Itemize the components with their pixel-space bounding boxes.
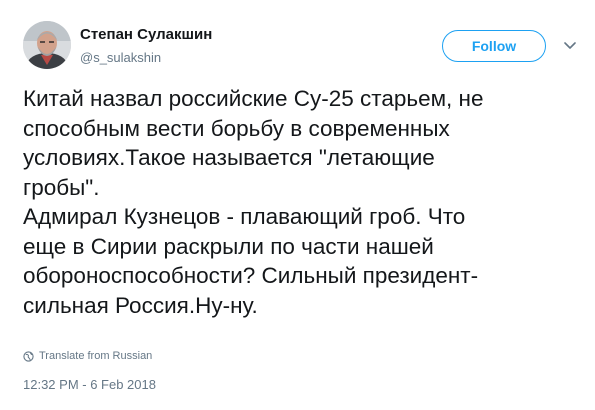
tweet-text-line: сильная Россия.Ну-ну. [23, 292, 258, 318]
author-name[interactable]: Степан Сулакшин [80, 26, 212, 43]
tweet-text-line: Адмирал Кузнецов - плавающий гроб. Что [23, 204, 466, 229]
chevron-down-icon[interactable] [562, 38, 578, 54]
tweet-text-line: еще в Сирии раскрыли по части нашей [23, 233, 434, 259]
tweet-text-line: обороноспособности? Сильный президент- [23, 263, 479, 288]
globe-icon [23, 350, 34, 362]
tweet-text-line: гробы". [23, 174, 100, 200]
tweet-text-line: способным вести борьбу в современных [23, 115, 450, 141]
tweet-card: Степан Сулакшин @s_sulakshin Follow Кита… [0, 0, 595, 410]
tweet-timestamp[interactable]: 12:32 PM - 6 Feb 2018 [23, 377, 156, 392]
user-portrait-icon [23, 21, 71, 69]
author-avatar[interactable] [23, 21, 71, 69]
author-handle[interactable]: @s_sulakshin [80, 50, 161, 65]
tweet-text-line: условиях.Такое называется "летающие [23, 145, 435, 170]
translate-link[interactable]: Translate from Russian [23, 350, 152, 362]
translate-label: Translate from Russian [39, 350, 153, 362]
tweet-text-line: Китай назвал российские Су-25 старьем, н… [23, 86, 484, 111]
follow-button[interactable]: Follow [442, 30, 546, 62]
tweet-text: Китай назвал российские Су-25 старьем, н… [23, 84, 583, 320]
